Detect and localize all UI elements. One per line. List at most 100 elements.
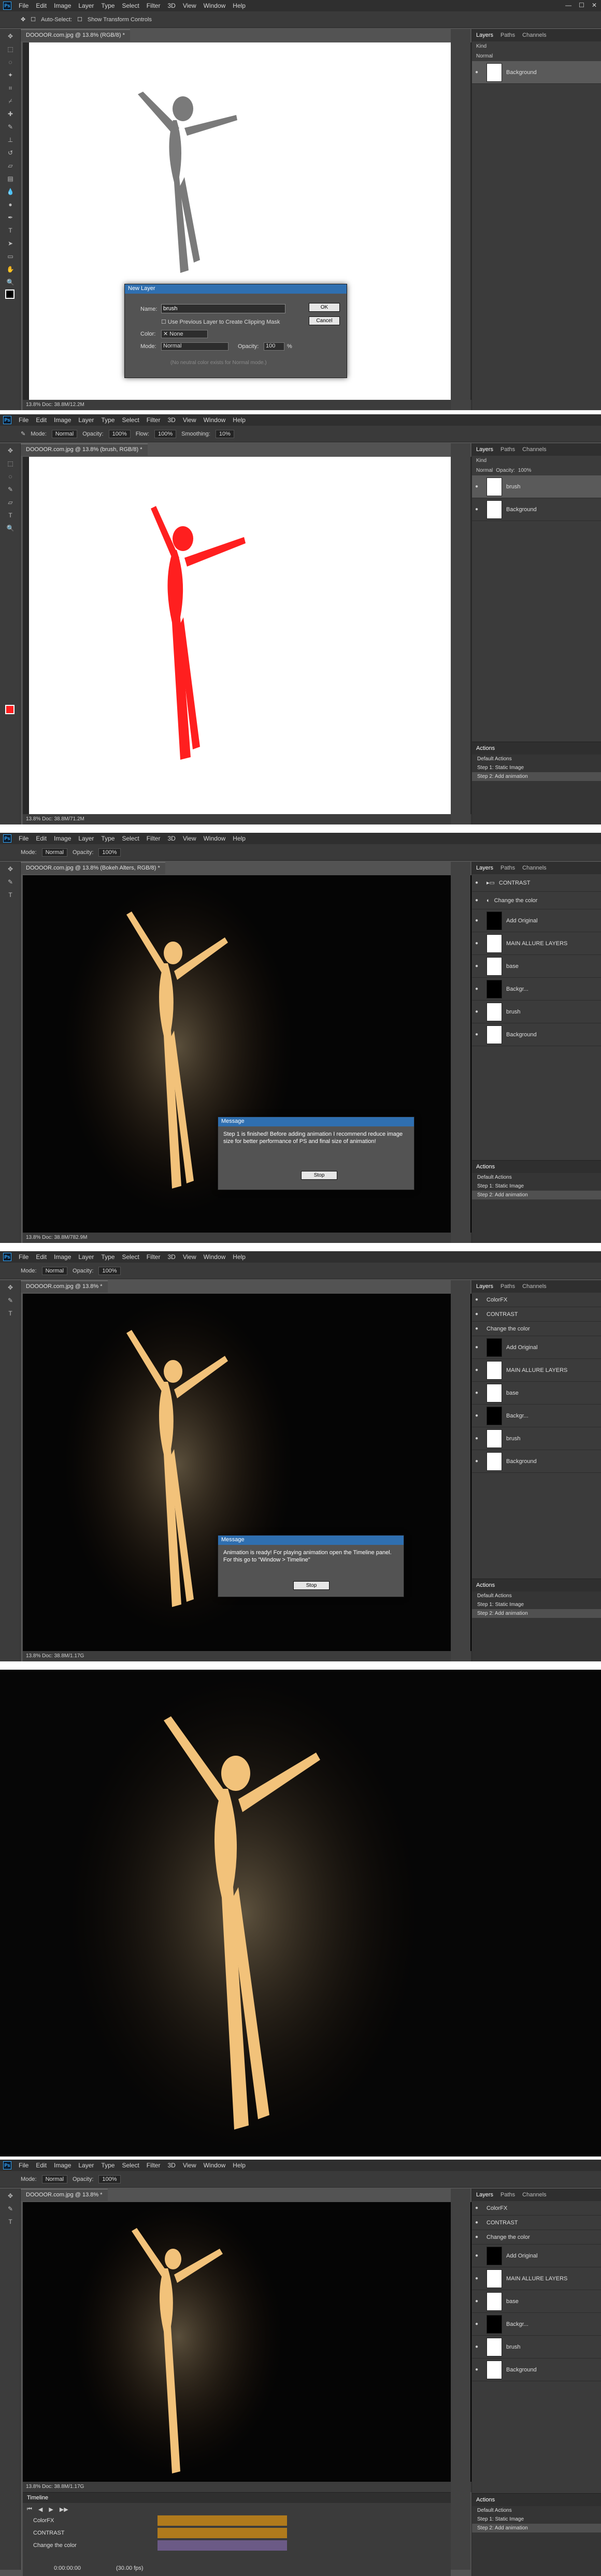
layer-row[interactable]: ● brush bbox=[472, 475, 601, 498]
prev-frame-icon[interactable]: ◀ bbox=[38, 2506, 42, 2513]
marquee-icon[interactable]: ⬚ bbox=[5, 458, 16, 469]
menu-edit[interactable]: Edit bbox=[36, 416, 47, 424]
tab-channels[interactable]: Channels bbox=[522, 1283, 546, 1290]
action-item[interactable]: Step 2: Add animation bbox=[472, 1609, 601, 1618]
tab-layers[interactable]: Layers bbox=[476, 1283, 493, 1290]
tab-paths[interactable]: Paths bbox=[500, 1283, 515, 1290]
brush-icon[interactable]: ✎ bbox=[5, 121, 16, 133]
show-transform-checkbox[interactable]: ☐ bbox=[77, 16, 82, 23]
eye-icon[interactable]: ● bbox=[475, 986, 482, 992]
tab-channels[interactable]: Channels bbox=[522, 32, 546, 38]
menu-3d[interactable]: 3D bbox=[167, 416, 175, 424]
smoothing-field[interactable]: 10% bbox=[215, 429, 234, 438]
action-set[interactable]: Default Actions bbox=[472, 2506, 601, 2515]
dodge-icon[interactable]: ● bbox=[5, 199, 16, 210]
menu-file[interactable]: File bbox=[19, 416, 28, 424]
tab-actions[interactable]: Actions bbox=[476, 1164, 495, 1170]
type-icon[interactable]: T bbox=[5, 1308, 16, 1319]
eraser-icon[interactable]: ▱ bbox=[5, 160, 16, 171]
menu-layer[interactable]: Layer bbox=[78, 835, 94, 842]
eye-icon[interactable]: ● bbox=[475, 1413, 482, 1419]
menu-image[interactable]: Image bbox=[54, 416, 71, 424]
menu-type[interactable]: Type bbox=[101, 416, 115, 424]
type-icon[interactable]: T bbox=[5, 225, 16, 236]
layer-row[interactable]: ● Change the color bbox=[472, 1322, 601, 1336]
menu-image[interactable]: Image bbox=[54, 835, 71, 842]
flow-field[interactable]: 100% bbox=[154, 429, 177, 438]
heal-icon[interactable]: ✚ bbox=[5, 108, 16, 120]
menu-filter[interactable]: Filter bbox=[147, 416, 161, 424]
menu-view[interactable]: View bbox=[183, 416, 196, 424]
tab-channels[interactable]: Channels bbox=[522, 2192, 546, 2198]
menu-window[interactable]: Window bbox=[204, 2162, 226, 2169]
layer-row[interactable]: ● ▸▭ CONTRAST bbox=[472, 874, 601, 892]
menu-image[interactable]: Image bbox=[54, 2162, 71, 2169]
hand-icon[interactable]: ✋ bbox=[5, 264, 16, 275]
tab-channels[interactable]: Channels bbox=[522, 446, 546, 453]
mode-select[interactable]: Normal bbox=[41, 848, 68, 857]
menu-view[interactable]: View bbox=[183, 2162, 196, 2169]
tab-layers[interactable]: Layers bbox=[476, 32, 493, 38]
stamp-icon[interactable]: ⊥ bbox=[5, 134, 16, 146]
eye-icon[interactable]: ● bbox=[475, 1326, 482, 1332]
menu-view[interactable]: View bbox=[183, 835, 196, 842]
layer-row[interactable]: ● Background bbox=[472, 61, 601, 84]
eye-icon[interactable]: ● bbox=[475, 918, 482, 923]
menu-file[interactable]: File bbox=[19, 1253, 28, 1261]
kind-filter[interactable]: Kind bbox=[476, 458, 486, 464]
menu-filter[interactable]: Filter bbox=[147, 835, 161, 842]
layer-row[interactable]: ● base bbox=[472, 1382, 601, 1405]
layer-row[interactable]: ● ColorFX bbox=[472, 1293, 601, 1307]
crop-icon[interactable]: ⌗ bbox=[5, 82, 16, 94]
document-tab[interactable]: DOOOOR.com.jpg @ 13.8% (RGB/8) * bbox=[21, 29, 130, 41]
action-item[interactable]: Step 2: Add animation bbox=[472, 2524, 601, 2532]
opacity-value[interactable]: 100% bbox=[518, 468, 532, 473]
eye-icon[interactable]: ● bbox=[475, 2298, 482, 2304]
timeline-clip[interactable] bbox=[158, 2540, 287, 2551]
brush-icon[interactable]: ✎ bbox=[5, 484, 16, 495]
eye-icon[interactable]: ● bbox=[475, 1344, 482, 1350]
layer-row[interactable]: ● brush bbox=[472, 2336, 601, 2358]
eraser-icon[interactable]: ▱ bbox=[5, 497, 16, 508]
zoom-icon[interactable]: 🔍 bbox=[5, 277, 16, 288]
action-item[interactable]: Step 2: Add animation bbox=[472, 1191, 601, 1199]
eye-icon[interactable]: ● bbox=[475, 1009, 482, 1015]
brush-icon[interactable]: ✎ bbox=[5, 1295, 16, 1306]
color-swatch-icon[interactable] bbox=[5, 290, 15, 299]
tab-paths[interactable]: Paths bbox=[500, 32, 515, 38]
layer-name-input[interactable] bbox=[161, 304, 285, 313]
menu-window[interactable]: Window bbox=[204, 2, 226, 9]
eye-icon[interactable]: ● bbox=[475, 2205, 482, 2211]
mode-select[interactable]: Normal bbox=[41, 1266, 68, 1275]
menu-window[interactable]: Window bbox=[204, 1253, 226, 1261]
lasso-icon[interactable]: ◌ bbox=[5, 56, 16, 68]
tab-actions[interactable]: Actions bbox=[476, 745, 495, 751]
menu-help[interactable]: Help bbox=[233, 2162, 246, 2169]
menu-3d[interactable]: 3D bbox=[167, 1253, 175, 1261]
cancel-button[interactable]: Cancel bbox=[309, 316, 340, 325]
blend-mode[interactable]: Normal bbox=[476, 53, 493, 59]
document-tab[interactable]: DOOOOR.com.jpg @ 13.8% (Bokeh Alters, RG… bbox=[21, 862, 165, 874]
brush-icon[interactable]: ✎ bbox=[5, 2203, 16, 2215]
menu-filter[interactable]: Filter bbox=[147, 2, 161, 9]
layer-row[interactable]: ● Add Original bbox=[472, 2245, 601, 2267]
timeline-clip[interactable] bbox=[158, 2528, 287, 2538]
menu-select[interactable]: Select bbox=[122, 1253, 139, 1261]
clipping-mask-checkbox[interactable]: ☐ Use Previous Layer to Create Clipping … bbox=[161, 319, 280, 325]
document-canvas[interactable] bbox=[29, 457, 462, 814]
menu-image[interactable]: Image bbox=[54, 1253, 71, 1261]
eye-icon[interactable]: ● bbox=[475, 1436, 482, 1441]
layer-row[interactable]: ● Backgr... bbox=[472, 2313, 601, 2336]
menu-window[interactable]: Window bbox=[204, 835, 226, 842]
layer-row[interactable]: ● ◐ Change the color bbox=[472, 892, 601, 909]
eye-icon[interactable]: ● bbox=[475, 69, 482, 75]
layer-row[interactable]: ● MAIN ALLURE LAYERS bbox=[472, 932, 601, 955]
layer-row[interactable]: ● Add Original bbox=[472, 909, 601, 932]
layer-row[interactable]: ● Background bbox=[472, 1023, 601, 1046]
marquee-icon[interactable]: ⬚ bbox=[5, 44, 16, 55]
eye-icon[interactable]: ● bbox=[475, 898, 482, 903]
layer-row[interactable]: ● Background bbox=[472, 2358, 601, 2381]
menu-type[interactable]: Type bbox=[101, 835, 115, 842]
eyedropper-icon[interactable]: ⌿ bbox=[5, 95, 16, 107]
eye-icon[interactable]: ● bbox=[475, 2367, 482, 2372]
